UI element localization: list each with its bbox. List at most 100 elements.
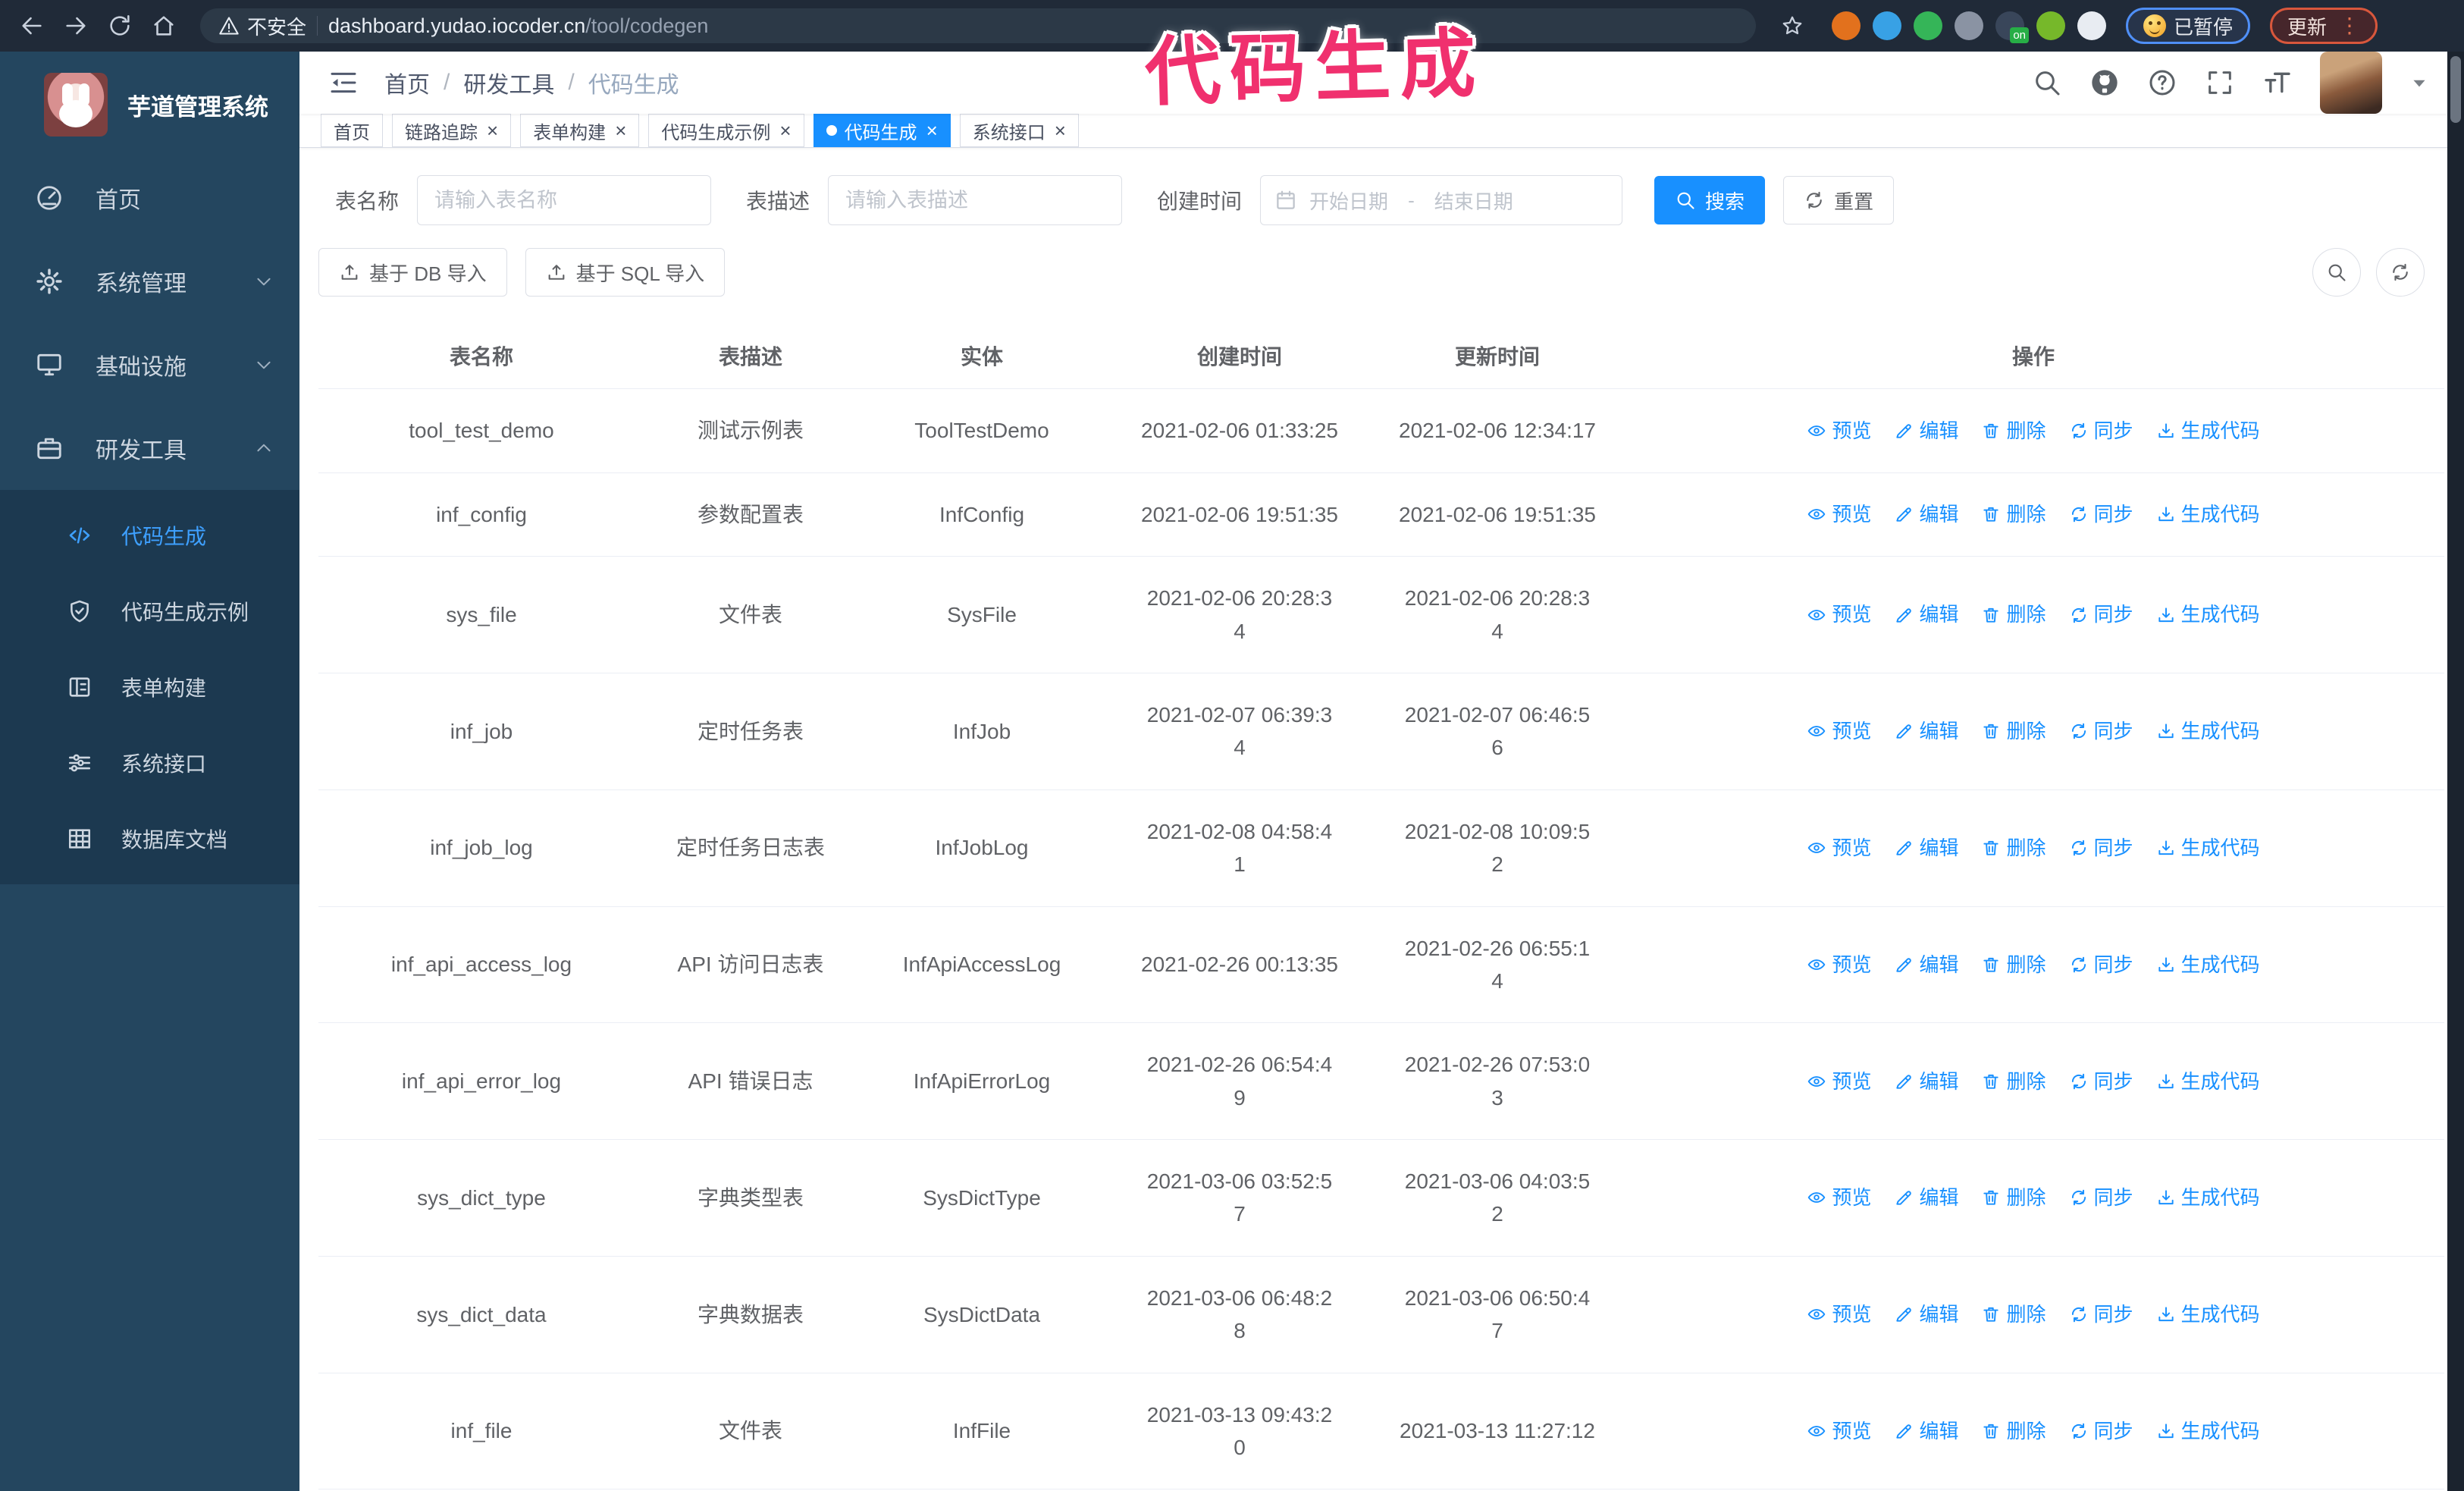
extension-white-puzzle-icon[interactable] — [2077, 11, 2106, 40]
logo-row[interactable]: 芋道管理系统 — [0, 52, 299, 156]
tab-home[interactable]: 首页 — [321, 114, 383, 147]
action-sync[interactable]: 同步 — [2069, 1182, 2133, 1213]
action-generate-code[interactable]: 生成代码 — [2156, 1182, 2260, 1213]
toggle-search-button[interactable] — [2312, 248, 2361, 297]
action-sync[interactable]: 同步 — [2069, 833, 2133, 863]
action-edit[interactable]: 编辑 — [1894, 950, 1958, 980]
action-edit[interactable]: 编辑 — [1894, 599, 1958, 629]
bookmark-star-icon[interactable] — [1774, 8, 1810, 44]
caret-down-icon[interactable] — [2409, 73, 2429, 93]
font-size-icon[interactable] — [2262, 67, 2293, 98]
action-delete[interactable]: 删除 — [1981, 1066, 2046, 1097]
browser-forward-button[interactable] — [58, 8, 94, 44]
action-generate-code[interactable]: 生成代码 — [2156, 950, 2260, 980]
extension-blue-gem-icon[interactable] — [1873, 11, 1901, 40]
action-generate-code[interactable]: 生成代码 — [2156, 1066, 2260, 1097]
action-sync[interactable]: 同步 — [2069, 499, 2133, 529]
table-name-input[interactable] — [417, 175, 712, 225]
reset-button[interactable]: 重置 — [1783, 176, 1895, 224]
sidebar-item-system-api[interactable]: 系统接口 — [0, 725, 299, 801]
import-db-button[interactable]: 基于 DB 导入 — [318, 248, 507, 297]
action-edit[interactable]: 编辑 — [1894, 1299, 1958, 1329]
date-range-picker[interactable]: 开始日期 - 结束日期 — [1260, 175, 1623, 225]
action-sync[interactable]: 同步 — [2069, 1299, 2133, 1329]
help-icon[interactable] — [2147, 67, 2177, 98]
browser-home-button[interactable] — [146, 8, 182, 44]
action-sync[interactable]: 同步 — [2069, 950, 2133, 980]
end-date-placeholder[interactable]: 结束日期 — [1434, 187, 1513, 215]
action-generate-code[interactable]: 生成代码 — [2156, 833, 2260, 863]
action-sync[interactable]: 同步 — [2069, 599, 2133, 629]
tab-code-generation[interactable]: 代码生成 × — [813, 114, 951, 147]
sidebar-item-code-generation[interactable]: 代码生成 — [0, 498, 299, 573]
action-edit[interactable]: 编辑 — [1894, 716, 1958, 746]
action-edit[interactable]: 编辑 — [1894, 1066, 1958, 1097]
action-delete[interactable]: 删除 — [1981, 1416, 2046, 1446]
action-delete[interactable]: 删除 — [1981, 499, 2046, 529]
action-delete[interactable]: 删除 — [1981, 416, 2046, 446]
security-warning[interactable]: 不安全 — [218, 12, 306, 40]
extension-orange-ring-icon[interactable] — [1832, 11, 1861, 40]
action-preview[interactable]: 预览 — [1807, 1299, 1871, 1329]
action-preview[interactable]: 预览 — [1807, 950, 1871, 980]
action-edit[interactable]: 编辑 — [1894, 1416, 1958, 1446]
breadcrumb-home[interactable]: 首页 — [384, 66, 430, 99]
scrollbar-thumb[interactable] — [2450, 56, 2461, 123]
sidebar-item-home[interactable]: 首页 — [0, 156, 299, 240]
action-generate-code[interactable]: 生成代码 — [2156, 416, 2260, 446]
tab-form-builder[interactable]: 表单构建 × — [520, 114, 640, 147]
browser-back-button[interactable] — [14, 8, 50, 44]
action-sync[interactable]: 同步 — [2069, 416, 2133, 446]
paused-badge[interactable]: 已暂停 — [2126, 8, 2251, 44]
start-date-placeholder[interactable]: 开始日期 — [1309, 187, 1388, 215]
action-edit[interactable]: 编辑 — [1894, 1182, 1958, 1213]
close-icon[interactable]: × — [487, 121, 498, 140]
browser-reload-button[interactable] — [102, 8, 138, 44]
close-icon[interactable]: × — [1055, 121, 1066, 140]
close-icon[interactable]: × — [779, 121, 791, 140]
search-button[interactable]: 搜索 — [1654, 176, 1766, 224]
action-generate-code[interactable]: 生成代码 — [2156, 716, 2260, 746]
extension-green-check-icon[interactable] — [1914, 11, 1942, 40]
close-icon[interactable]: × — [926, 121, 938, 140]
action-sync[interactable]: 同步 — [2069, 716, 2133, 746]
action-delete[interactable]: 删除 — [1981, 599, 2046, 629]
table-desc-input[interactable] — [828, 175, 1123, 225]
sidebar-item-form-builder[interactable]: 表单构建 — [0, 649, 299, 725]
action-delete[interactable]: 删除 — [1981, 1182, 2046, 1213]
address-bar[interactable]: 不安全 dashboard.yudao.iocoder.cn/tool/code… — [200, 8, 1756, 43]
action-preview[interactable]: 预览 — [1807, 716, 1871, 746]
tab-system-api[interactable]: 系统接口 × — [959, 114, 1079, 147]
sidebar-item-codegen-example[interactable]: 代码生成示例 — [0, 573, 299, 649]
user-avatar[interactable] — [2320, 52, 2382, 114]
action-edit[interactable]: 编辑 — [1894, 833, 1958, 863]
action-preview[interactable]: 预览 — [1807, 833, 1871, 863]
breadcrumb-dev-tools[interactable]: 研发工具 — [463, 66, 554, 99]
action-preview[interactable]: 预览 — [1807, 416, 1871, 446]
action-preview[interactable]: 预览 — [1807, 599, 1871, 629]
sidebar-item-dev-tools[interactable]: 研发工具 — [0, 406, 299, 490]
action-generate-code[interactable]: 生成代码 — [2156, 1299, 2260, 1329]
action-edit[interactable]: 编辑 — [1894, 416, 1958, 446]
sidebar-item-system-management[interactable]: 系统管理 — [0, 240, 299, 323]
github-icon[interactable] — [2089, 67, 2120, 98]
action-delete[interactable]: 删除 — [1981, 833, 2046, 863]
action-generate-code[interactable]: 生成代码 — [2156, 499, 2260, 529]
action-generate-code[interactable]: 生成代码 — [2156, 599, 2260, 629]
action-delete[interactable]: 删除 — [1981, 716, 2046, 746]
update-button[interactable]: 更新 ⋮ — [2270, 8, 2378, 44]
extension-grid-icon[interactable] — [1955, 11, 1983, 40]
action-preview[interactable]: 预览 — [1807, 1066, 1871, 1097]
tab-codegen-example[interactable]: 代码生成示例 × — [648, 114, 804, 147]
search-icon[interactable] — [2032, 67, 2062, 98]
tab-tracing[interactable]: 链路追踪 × — [392, 114, 512, 147]
fullscreen-icon[interactable] — [2205, 67, 2235, 98]
action-preview[interactable]: 预览 — [1807, 499, 1871, 529]
action-delete[interactable]: 删除 — [1981, 1299, 2046, 1329]
close-icon[interactable]: × — [615, 121, 626, 140]
sidebar-item-db-docs[interactable]: 数据库文档 — [0, 801, 299, 877]
update-menu-dots-icon[interactable]: ⋮ — [2339, 15, 2360, 36]
action-delete[interactable]: 删除 — [1981, 950, 2046, 980]
action-edit[interactable]: 编辑 — [1894, 499, 1958, 529]
page-scrollbar[interactable] — [2447, 52, 2464, 1491]
